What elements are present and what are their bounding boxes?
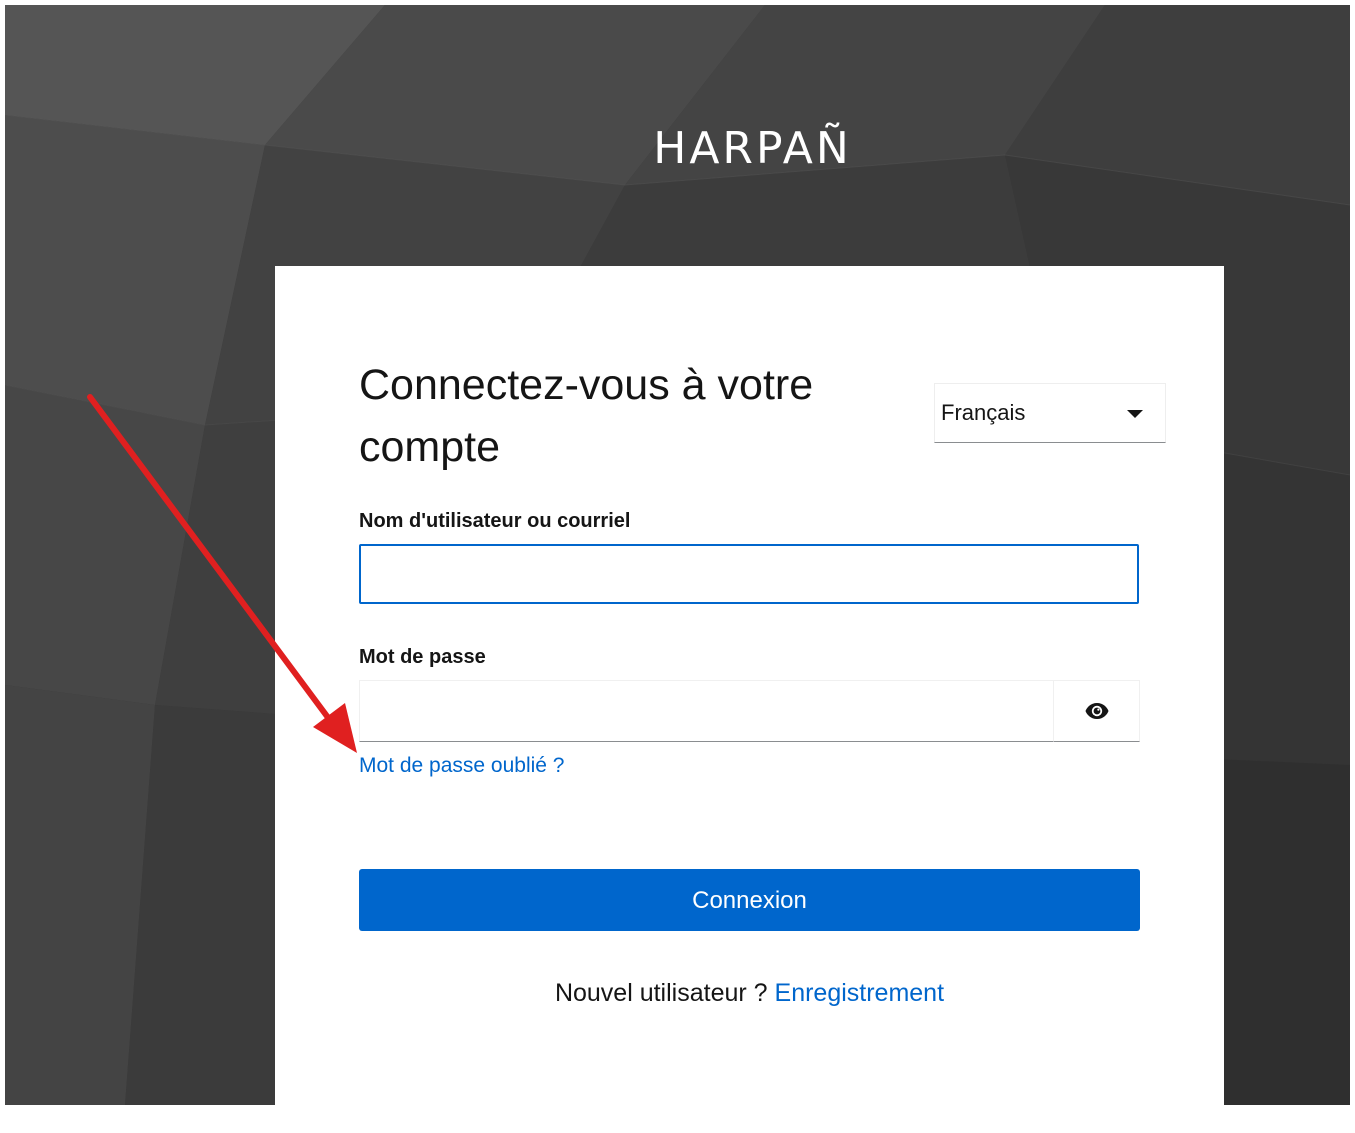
login-card: Connectez-vous à votre compte Français N… <box>275 266 1224 1105</box>
register-row: Nouvel utilisateur ? Enregistrement <box>275 979 1224 1008</box>
password-label: Mot de passe <box>359 646 486 668</box>
login-button[interactable]: Connexion <box>359 869 1140 931</box>
register-prompt: Nouvel utilisateur ? <box>554 979 768 1007</box>
caret-down-icon <box>1127 410 1143 418</box>
brand-logo: HARPAÑ <box>653 123 852 174</box>
password-input[interactable] <box>359 680 1054 742</box>
language-select-value: Français <box>941 400 1026 425</box>
username-input[interactable] <box>359 544 1139 604</box>
show-password-button[interactable] <box>1053 680 1140 742</box>
register-link[interactable]: Enregistrement <box>775 979 945 1007</box>
login-background: HARPAÑ Connectez-vous à votre compte Fra… <box>5 5 1350 1105</box>
eye-icon <box>1085 703 1109 719</box>
password-field-group <box>359 680 1140 742</box>
language-select[interactable]: Français <box>934 383 1166 443</box>
page-title: Connectez-vous à votre compte <box>359 361 814 471</box>
username-label: Nom d'utilisateur ou courriel <box>359 510 631 532</box>
forgot-password-link[interactable]: Mot de passe oublié ? <box>359 754 564 778</box>
